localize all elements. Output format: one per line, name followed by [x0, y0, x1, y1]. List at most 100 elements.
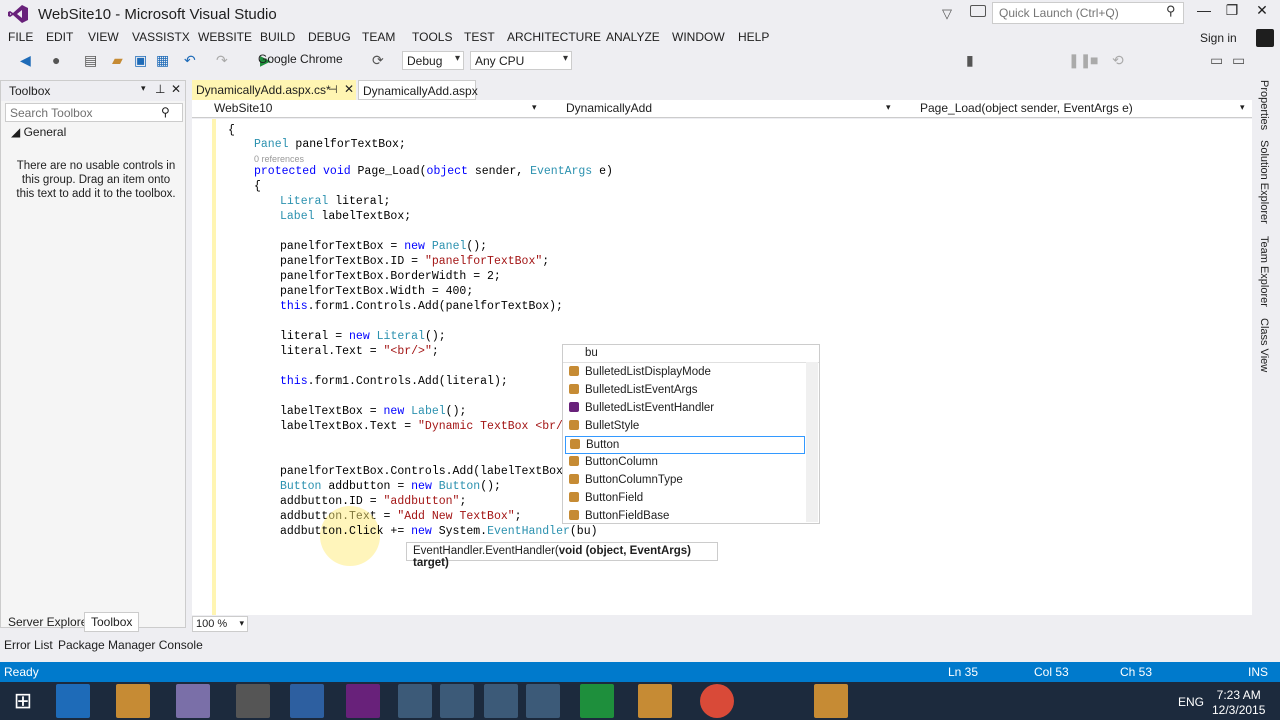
stop-icon[interactable]: ■ — [1090, 52, 1098, 68]
menu-team[interactable]: TEAM — [362, 30, 395, 44]
toolbox-panel: Toolbox ▾ ⊥ ✕ Search Toolbox ⚲ ◢ General… — [0, 80, 186, 628]
redo-icon[interactable]: ↷ — [216, 52, 228, 69]
menu-window[interactable]: WINDOW — [672, 30, 725, 44]
code-line: { — [254, 180, 261, 193]
uncomment-icon[interactable]: ▭ — [1232, 52, 1245, 69]
intellisense-item-selected[interactable]: Button — [565, 436, 805, 454]
menu-view[interactable]: VIEW — [88, 30, 119, 44]
visual-studio-taskbar-icon[interactable] — [346, 684, 380, 718]
doc-tab-cs[interactable]: DynamicallyAdd.aspx.cs* ⊣ ✕ — [192, 80, 356, 100]
intellisense-item[interactable]: ButtonColumnType — [565, 472, 805, 490]
comment-icon[interactable]: ▭ — [1210, 52, 1223, 69]
team-explorer-tab[interactable]: Team Explorer — [1258, 236, 1270, 307]
menu-vassistx[interactable]: VASSISTX — [132, 30, 190, 44]
zoom-select[interactable]: 100 % ▾ — [192, 616, 248, 632]
app-icon[interactable] — [526, 684, 560, 718]
change-margin — [212, 119, 216, 615]
excel-icon[interactable] — [580, 684, 614, 718]
language-indicator[interactable]: ENG — [1178, 695, 1204, 709]
explorer-icon[interactable] — [116, 684, 150, 718]
intellisense-item[interactable]: BulletedListDisplayMode — [565, 364, 805, 382]
clock-time: 7:23 AM — [1216, 688, 1261, 702]
config-select[interactable]: Debug ▾ — [402, 51, 464, 70]
app-icon[interactable] — [484, 684, 518, 718]
close-button[interactable]: ✕ — [1248, 2, 1276, 24]
avatar[interactable] — [1256, 29, 1274, 47]
app-icon[interactable] — [440, 684, 474, 718]
pin-icon[interactable]: ⊣ — [328, 83, 338, 96]
intellisense-item[interactable]: ButtonFieldBase — [565, 508, 805, 526]
search-icon[interactable]: ⚲ — [1166, 3, 1176, 19]
class-icon — [569, 510, 579, 520]
app-icon[interactable] — [236, 684, 270, 718]
doc-tab-aspx[interactable]: DynamicallyAdd.aspx — [358, 80, 478, 100]
package-manager-tab[interactable]: Package Manager Console — [58, 638, 203, 652]
intellisense-scrollbar[interactable] — [806, 362, 818, 522]
menu-edit[interactable]: EDIT — [46, 30, 73, 44]
intellisense-item[interactable]: BulletedListEventArgs — [565, 382, 805, 400]
properties-tab[interactable]: Properties — [1258, 80, 1270, 130]
intellisense-item[interactable]: BulletedListEventHandler — [565, 400, 805, 418]
open-file-icon[interactable]: ▰ — [112, 52, 123, 69]
save-icon[interactable]: ▣ — [134, 52, 147, 69]
chevron-down-icon: ▾ — [1240, 102, 1245, 112]
dropdown-icon[interactable]: ▾ — [141, 83, 146, 94]
toolbox-group-general[interactable]: ◢ General — [11, 125, 66, 139]
quick-launch-box[interactable] — [992, 2, 1184, 24]
new-project-icon[interactable]: ▤ — [84, 52, 97, 69]
menu-test[interactable]: TEST — [464, 30, 495, 44]
menu-architecture[interactable]: ARCHITECTURE — [507, 30, 601, 44]
minimize-button[interactable]: — — [1190, 2, 1218, 24]
app-icon[interactable] — [638, 684, 672, 718]
error-list-tab[interactable]: Error List — [4, 638, 53, 652]
start-icon[interactable]: ⊞ — [6, 684, 40, 718]
intellisense-item[interactable]: ButtonField — [565, 490, 805, 508]
toolbox-tab[interactable]: Toolbox — [84, 612, 140, 632]
restart-icon[interactable]: ⟲ — [1112, 52, 1124, 69]
class-dropdown[interactable]: DynamicallyAdd — [548, 101, 896, 117]
intellisense-item[interactable]: BulletStyle — [565, 418, 805, 436]
forward-icon[interactable]: ● — [52, 52, 60, 68]
feedback-icon[interactable] — [970, 5, 986, 17]
bookmark-icon[interactable]: ▮ — [966, 52, 974, 69]
toolbox-empty-message: There are no usable controls in this gro… — [16, 160, 176, 200]
toolbox-search-input[interactable]: Search Toolbox — [5, 103, 183, 122]
app-icon[interactable] — [290, 684, 324, 718]
refresh-icon[interactable]: ⟳ — [372, 52, 384, 69]
maximize-button[interactable]: ❐ — [1218, 2, 1246, 24]
menu-help[interactable]: HELP — [738, 30, 769, 44]
code-lens-refs[interactable]: 0 references — [254, 154, 304, 164]
menu-tools[interactable]: TOOLS — [412, 30, 452, 44]
platform-select[interactable]: Any CPU ▾ — [470, 51, 572, 70]
class-view-tab[interactable]: Class View — [1258, 318, 1270, 372]
menu-analyze[interactable]: ANALYZE — [606, 30, 660, 44]
system-clock[interactable]: 7:23 AM 12/3/2015 — [1212, 688, 1265, 718]
menu-debug[interactable]: DEBUG — [308, 30, 351, 44]
save-all-icon[interactable]: ▦ — [156, 52, 169, 69]
menu-website[interactable]: WEBSITE — [198, 30, 252, 44]
status-bar: Ready Ln 35 Col 53 Ch 53 INS — [0, 662, 1280, 682]
menu-build[interactable]: BUILD — [260, 30, 295, 44]
undo-icon[interactable]: ↶ — [184, 52, 196, 69]
project-dropdown[interactable]: WebSite10 — [196, 101, 544, 117]
app-icon[interactable] — [176, 684, 210, 718]
member-dropdown[interactable]: Page_Load(object sender, EventArgs e) — [902, 101, 1250, 117]
app-icon[interactable] — [398, 684, 432, 718]
intellisense-item[interactable]: ButtonColumn — [565, 454, 805, 472]
ie-icon[interactable] — [56, 684, 90, 718]
back-icon[interactable]: ◀ — [20, 52, 31, 69]
quick-launch-input[interactable] — [993, 3, 1163, 23]
sign-in-link[interactable]: Sign in — [1200, 31, 1237, 45]
item-label: ButtonField — [585, 492, 644, 504]
run-target-button[interactable]: Google Chrome — [258, 52, 343, 66]
pause-icon[interactable]: ❚❚ — [1068, 52, 1091, 69]
pin-icon[interactable]: ⊥ — [155, 82, 165, 96]
app-icon[interactable] — [814, 684, 848, 718]
notifications-flag-icon[interactable]: ▽ — [942, 6, 952, 22]
solution-explorer-tab[interactable]: Solution Explorer — [1258, 140, 1270, 224]
menu-file[interactable]: FILE — [8, 30, 33, 44]
class-icon — [569, 384, 579, 394]
chrome-icon[interactable] — [700, 684, 734, 718]
close-icon[interactable]: ✕ — [171, 82, 181, 96]
close-icon[interactable]: ✕ — [344, 82, 354, 96]
